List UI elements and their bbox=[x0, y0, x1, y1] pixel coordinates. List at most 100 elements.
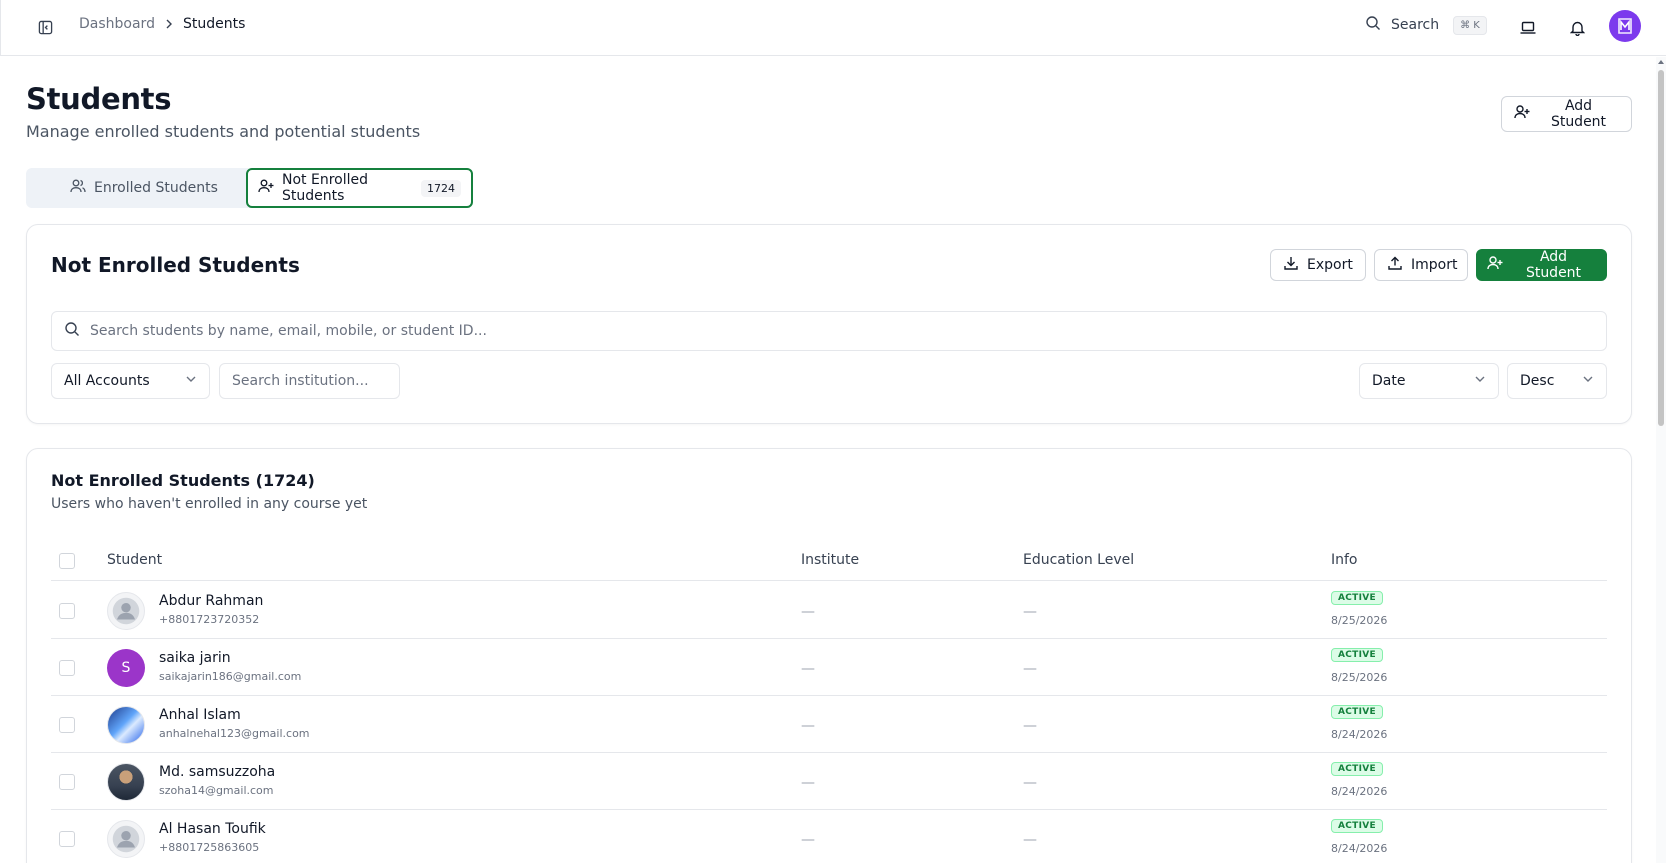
list-title: Not Enrolled Students (1724) bbox=[51, 471, 315, 490]
student-contact: szoha14@gmail.com bbox=[159, 784, 274, 797]
import-button[interactable]: Import bbox=[1374, 249, 1468, 281]
row-date: 8/24/2026 bbox=[1331, 728, 1388, 741]
filter-card-title: Not Enrolled Students bbox=[51, 253, 300, 277]
avatar bbox=[107, 706, 145, 744]
add-student-primary-button[interactable]: Add Student bbox=[1476, 249, 1607, 281]
global-search-label: Search bbox=[1391, 17, 1440, 33]
table-header: Student Institute Education Level Info bbox=[51, 541, 1607, 581]
row-checkbox[interactable] bbox=[59, 717, 75, 733]
student-name[interactable]: Md. samsuzzoha bbox=[159, 764, 275, 780]
default-avatar-icon bbox=[107, 592, 145, 630]
chevron-right-icon bbox=[164, 19, 174, 29]
institute-value: — bbox=[801, 604, 815, 620]
accounts-select[interactable]: All Accounts bbox=[51, 363, 210, 399]
export-label: Export bbox=[1307, 257, 1353, 273]
search-icon bbox=[1365, 15, 1381, 35]
student-name[interactable]: Anhal Islam bbox=[159, 707, 241, 723]
user-plus-icon bbox=[1487, 255, 1503, 275]
breadcrumb-dashboard[interactable]: Dashboard bbox=[79, 16, 155, 32]
import-label: Import bbox=[1411, 257, 1458, 273]
institute-value: — bbox=[801, 718, 815, 734]
breadcrumb-current: Students bbox=[182, 16, 246, 32]
column-education-level: Education Level bbox=[1023, 552, 1135, 568]
student-contact: saikajarin186@gmail.com bbox=[159, 670, 302, 683]
student-tabs: Enrolled Students Not Enrolled Students … bbox=[26, 168, 473, 208]
tab-enrolled-label: Enrolled Students bbox=[94, 180, 218, 196]
education-value: — bbox=[1023, 661, 1037, 677]
add-student-button[interactable]: Add Student bbox=[1501, 96, 1632, 132]
student-name[interactable]: saika jarin bbox=[159, 650, 231, 666]
table-row[interactable]: Md. samsuzzoha szoha14@gmail.com — — ACT… bbox=[51, 753, 1607, 810]
export-button[interactable]: Export bbox=[1270, 249, 1366, 281]
institute-value: — bbox=[801, 832, 815, 848]
tab-not-enrolled-label: Not Enrolled Students bbox=[282, 172, 368, 204]
student-search-box bbox=[51, 311, 1607, 351]
scroll-up-arrow-icon[interactable] bbox=[1658, 60, 1664, 64]
sort-field-value: Date bbox=[1372, 373, 1406, 389]
column-student: Student bbox=[107, 552, 163, 568]
add-student-primary-label: Add Student bbox=[1525, 249, 1582, 281]
count-badge: 1724 bbox=[421, 179, 461, 197]
student-name[interactable]: Al Hasan Toufik bbox=[159, 821, 266, 837]
student-contact: +8801725863605 bbox=[159, 841, 260, 854]
table-row[interactable]: Al Hasan Toufik +8801725863605 — — ACTIV… bbox=[51, 810, 1607, 863]
sort-order-select[interactable]: Desc bbox=[1507, 363, 1607, 399]
status-badge: ACTIVE bbox=[1331, 762, 1383, 776]
row-date: 8/24/2026 bbox=[1331, 785, 1388, 798]
status-badge: ACTIVE bbox=[1331, 819, 1383, 833]
column-institute: Institute bbox=[801, 552, 860, 568]
row-checkbox[interactable] bbox=[59, 603, 75, 619]
list-subtitle: Users who haven't enrolled in any course… bbox=[51, 496, 368, 512]
education-value: — bbox=[1023, 775, 1037, 791]
search-icon bbox=[64, 321, 80, 341]
student-name[interactable]: Abdur Rahman bbox=[159, 593, 263, 609]
upload-icon bbox=[1387, 255, 1403, 275]
scroll-thumb[interactable] bbox=[1658, 70, 1664, 426]
row-checkbox[interactable] bbox=[59, 831, 75, 847]
add-student-label: Add Student bbox=[1550, 98, 1607, 130]
bell-icon[interactable] bbox=[1566, 17, 1588, 39]
laptop-icon[interactable] bbox=[1517, 17, 1539, 39]
column-info: Info bbox=[1331, 552, 1358, 568]
row-checkbox[interactable] bbox=[59, 660, 75, 676]
chevron-down-icon bbox=[1582, 373, 1594, 389]
search-shortcut: ⌘ K bbox=[1453, 15, 1487, 35]
table-row[interactable]: Anhal Islam anhalnehal123@gmail.com — — … bbox=[51, 696, 1607, 753]
tab-enrolled-students[interactable]: Enrolled Students bbox=[70, 168, 218, 208]
institute-value: — bbox=[801, 775, 815, 791]
row-checkbox[interactable] bbox=[59, 774, 75, 790]
sidebar-toggle-icon[interactable] bbox=[35, 17, 55, 37]
global-search-button[interactable]: Search ⌘ K bbox=[1365, 15, 1487, 35]
row-date: 8/25/2026 bbox=[1331, 671, 1388, 684]
status-badge: ACTIVE bbox=[1331, 591, 1383, 605]
sort-field-select[interactable]: Date bbox=[1359, 363, 1499, 399]
status-badge: ACTIVE bbox=[1331, 705, 1383, 719]
row-date: 8/25/2026 bbox=[1331, 614, 1388, 627]
student-search-input[interactable] bbox=[90, 323, 1594, 339]
student-contact: +8801723720352 bbox=[159, 613, 260, 626]
table-row[interactable]: S saika jarin saikajarin186@gmail.com — … bbox=[51, 639, 1607, 696]
tab-not-enrolled-students[interactable]: Not Enrolled Students 1724 bbox=[246, 168, 473, 208]
status-badge: ACTIVE bbox=[1331, 648, 1383, 662]
table-row[interactable]: Abdur Rahman +8801723720352 — — ACTIVE 8… bbox=[51, 582, 1607, 639]
default-avatar-icon bbox=[107, 820, 145, 858]
chevron-down-icon bbox=[1474, 373, 1486, 389]
user-plus-icon bbox=[258, 178, 274, 198]
education-value: — bbox=[1023, 604, 1037, 620]
accounts-select-value: All Accounts bbox=[64, 373, 150, 389]
avatar bbox=[107, 763, 145, 801]
education-value: — bbox=[1023, 832, 1037, 848]
chevron-down-icon bbox=[185, 373, 197, 389]
avatar-initial: S bbox=[121, 660, 131, 676]
select-all-checkbox[interactable] bbox=[59, 553, 75, 569]
education-value: — bbox=[1023, 718, 1037, 734]
students-table-card: Not Enrolled Students (1724) Users who h… bbox=[26, 448, 1632, 863]
student-contact: anhalnehal123@gmail.com bbox=[159, 727, 310, 740]
breadcrumb: Dashboard Students bbox=[79, 16, 245, 32]
filter-card: Not Enrolled Students Export Import Add … bbox=[26, 224, 1632, 424]
institution-search-input[interactable] bbox=[219, 363, 400, 399]
avatar: S bbox=[107, 649, 145, 687]
user-avatar[interactable] bbox=[1609, 10, 1641, 42]
top-bar: Dashboard Students Search ⌘ K bbox=[0, 0, 1666, 56]
page-title: Students bbox=[26, 82, 172, 116]
